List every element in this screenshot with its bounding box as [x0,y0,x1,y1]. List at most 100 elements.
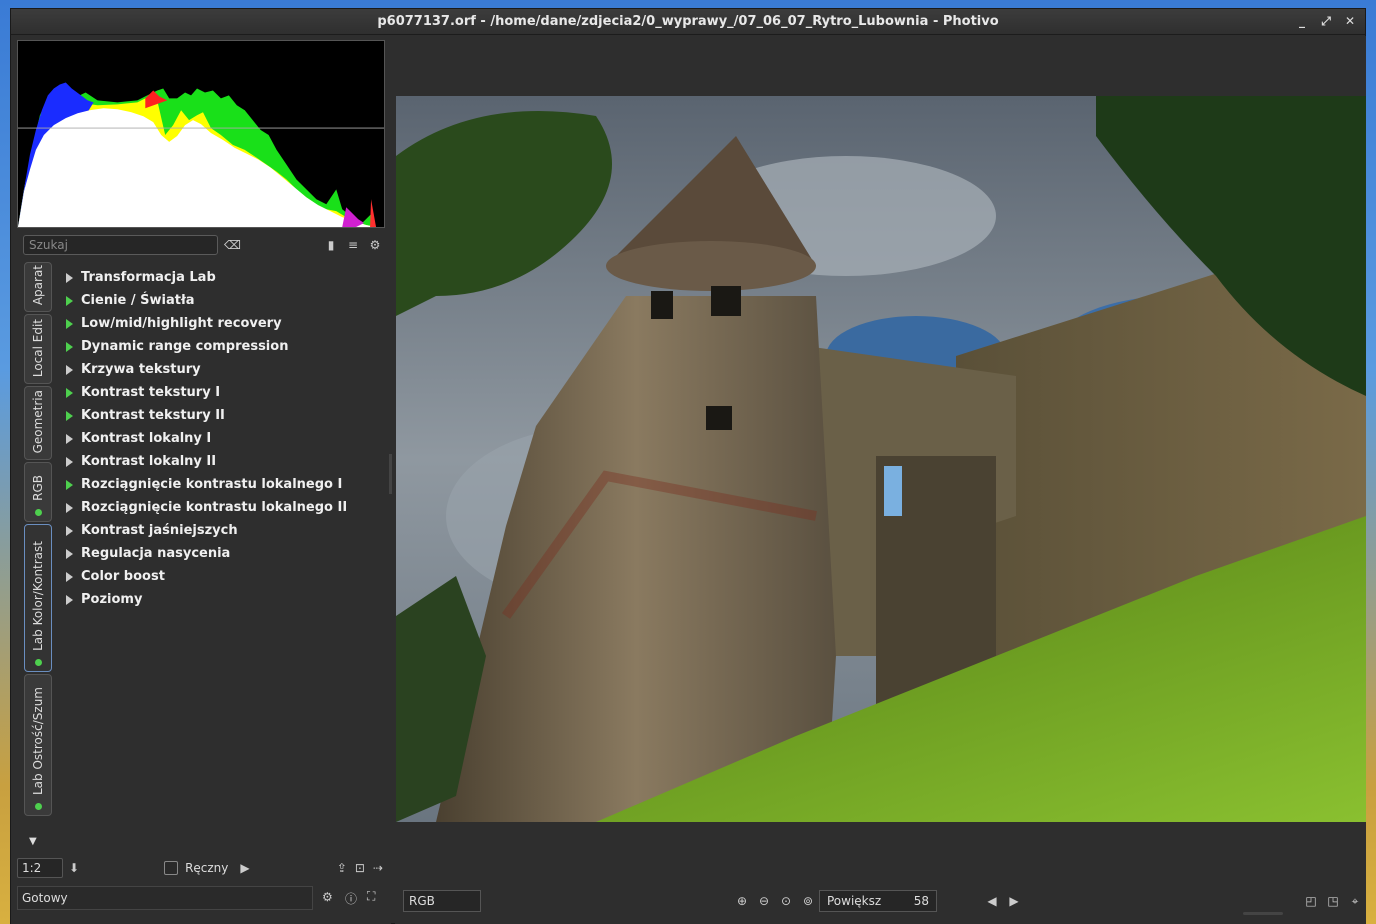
zoom-label: Powiększ [827,894,882,908]
save-output-icon[interactable]: ⊡ [355,861,365,875]
zoom-input[interactable]: Powiększ 58 [819,890,937,912]
expand-arrow-icon [66,502,73,513]
filter-label: Kontrast lokalny II [81,454,217,469]
tab-label: Aparat [31,264,45,305]
filter-rozciagniecie-1[interactable]: Rozciągnięcie kontrastu lokalnego I [63,473,383,496]
filter-color-boost[interactable]: Color boost [63,565,383,588]
zoom-out-icon[interactable]: ⊖ [753,894,775,908]
manual-checkbox[interactable] [164,861,179,875]
expand-arrow-icon [66,479,73,490]
filter-label: Color boost [81,569,165,584]
zoom-fit-icon[interactable]: ⊙ [775,894,797,908]
filter-label: Rozciągnięcie kontrastu lokalnego II [81,500,348,515]
filter-kontrast-jasniejszych[interactable]: Kontrast jaśniejszych [63,519,383,542]
filter-regulacja-nasycenia[interactable]: Regulacja nasycenia [63,542,383,565]
filter-label: Transformacja Lab [81,270,216,285]
histogram-graph [18,41,384,227]
tab-label: Lab Kolor/Kontrast [31,541,45,651]
photo-canvas[interactable] [396,96,1366,822]
photivo-window: p6077137.orf - /home/dane/zdjecia2/0_wyp… [10,8,1366,924]
filter-label: Kontrast jaśniejszych [81,523,238,538]
histogram [17,40,385,228]
active-dot-icon [34,659,42,666]
expand-arrow-icon [66,525,73,536]
filter-search-input[interactable] [23,235,218,255]
play-icon[interactable]: ▶ [240,861,249,875]
expand-arrow-icon [66,456,73,467]
window-controls: _ ⤢ ✕ [1295,13,1357,29]
filter-low-mid-highlight-recovery[interactable]: Low/mid/highlight recovery [63,312,383,335]
tabs-scroll-down-icon[interactable]: ▼ [29,836,37,847]
tab-lab-kolor-kontrast[interactable]: Lab Kolor/Kontrast [24,524,52,672]
filter-label: Kontrast lokalny I [81,431,212,446]
expand-arrow-icon [66,295,73,306]
tab-aparat[interactable]: Aparat [24,262,52,312]
pipe-size-select[interactable]: 1:2 [17,858,63,878]
expand-arrow-icon [66,410,73,421]
filter-poziomy[interactable]: Poziomy [63,588,383,611]
tab-label: RGB [31,475,45,501]
close-button[interactable]: ✕ [1343,13,1357,29]
filter-label: Dynamic range compression [81,339,289,354]
filter-kontrast-tekstury-1[interactable]: Kontrast tekstury I [63,381,383,404]
filter-list: Transformacja Lab Cienie / Światła Low/m… [63,266,383,611]
run-pipe-down-icon[interactable]: ⬇ [69,861,79,875]
clear-search-icon[interactable]: ⌫ [224,238,241,252]
left-panel: ⌫ ▮ ≡ ⚙ Aparat Local Edit Geometria RGB … [11,36,391,924]
zoom-value: 58 [913,894,929,908]
tab-local-edit[interactable]: Local Edit [24,314,52,384]
window-mode-icon[interactable]: ◰ [1300,894,1322,908]
expand-arrow-icon [66,364,73,375]
filter-rozciagniecie-2[interactable]: Rozciągnięcie kontrastu lokalnego II [63,496,383,519]
expand-arrow-icon [66,387,73,398]
viewer-toolbar: RGB ⊕ ⊖ ⊙ ⊚ Powiększ 58 ◀ ▶ ◰ ◳ ⌖ [395,888,1366,914]
full-pipe-icon[interactable]: ⌖ [1344,894,1366,909]
filter-kontrast-lokalny-2[interactable]: Kontrast lokalny II [63,450,383,473]
export-icon[interactable]: ⇪ [337,861,347,875]
filter-search-row: ⌫ ▮ ≡ ⚙ [23,234,383,256]
expand-arrow-icon [66,318,73,329]
filter-label: Low/mid/highlight recovery [81,316,282,331]
filter-kontrast-lokalny-1[interactable]: Kontrast lokalny I [63,427,383,450]
filter-kontrast-tekstury-2[interactable]: Kontrast tekstury II [63,404,383,427]
status-text: Gotowy [17,886,313,910]
title-bar: p6077137.orf - /home/dane/zdjecia2/0_wyp… [11,9,1365,35]
minimize-button[interactable]: _ [1295,13,1309,29]
filter-dynamic-range-compression[interactable]: Dynamic range compression [63,335,383,358]
filter-label: Regulacja nasycenia [81,546,231,561]
expand-arrow-icon [66,571,73,582]
tab-rgb[interactable]: RGB [24,462,52,522]
send-to-gimp-icon[interactable]: ⇢ [373,861,383,875]
next-image-icon[interactable]: ▶ [1003,894,1025,908]
maximize-button[interactable]: ⤢ [1319,13,1333,29]
filter-transformacja-lab[interactable]: Transformacja Lab [63,266,383,289]
filter-label: Poziomy [81,592,143,607]
window-title: p6077137.orf - /home/dane/zdjecia2/0_wyp… [377,14,999,29]
pipe-controls: 1:2 ⬇ Ręczny ▶ ⇪ ⊡ ⇢ [17,858,387,878]
tab-geometria[interactable]: Geometria [24,386,52,460]
tab-lab-ostrosc-szum[interactable]: Lab Ostrość/Szum [24,674,52,816]
splitter-handle[interactable] [389,454,392,494]
filter-label: Cienie / Światła [81,293,195,308]
filter-label: Rozciągnięcie kontrastu lokalnego I [81,477,343,492]
list-view-icon[interactable]: ≡ [345,238,361,252]
fullscreen-icon[interactable]: ⛶ [367,889,375,904]
zoom-in-icon[interactable]: ⊕ [731,894,753,908]
filter-cienie-swiatla[interactable]: Cienie / Światła [63,289,383,312]
colorspace-select[interactable]: RGB [403,890,481,912]
filter-krzywa-tekstury[interactable]: Krzywa tekstury [63,358,383,381]
tab-label: Lab Ostrość/Szum [31,687,45,795]
previous-image-icon[interactable]: ◀ [981,894,1003,908]
filter-label: Krzywa tekstury [81,362,201,377]
bookmark-icon[interactable]: ▮ [323,238,339,252]
settings-icon[interactable]: ⚙ [322,890,333,904]
zoom-100-icon[interactable]: ⊚ [797,894,819,908]
tile-mode-icon[interactable]: ◳ [1322,894,1344,908]
manual-label: Ręczny [185,861,229,875]
expand-arrow-icon [66,433,73,444]
info-icon[interactable]: ⓘ [345,890,357,907]
tab-label: Local Edit [31,318,45,377]
expand-arrow-icon [66,594,73,605]
filter-label: Kontrast tekstury I [81,385,221,400]
settings-gear-icon[interactable]: ⚙ [367,238,383,252]
